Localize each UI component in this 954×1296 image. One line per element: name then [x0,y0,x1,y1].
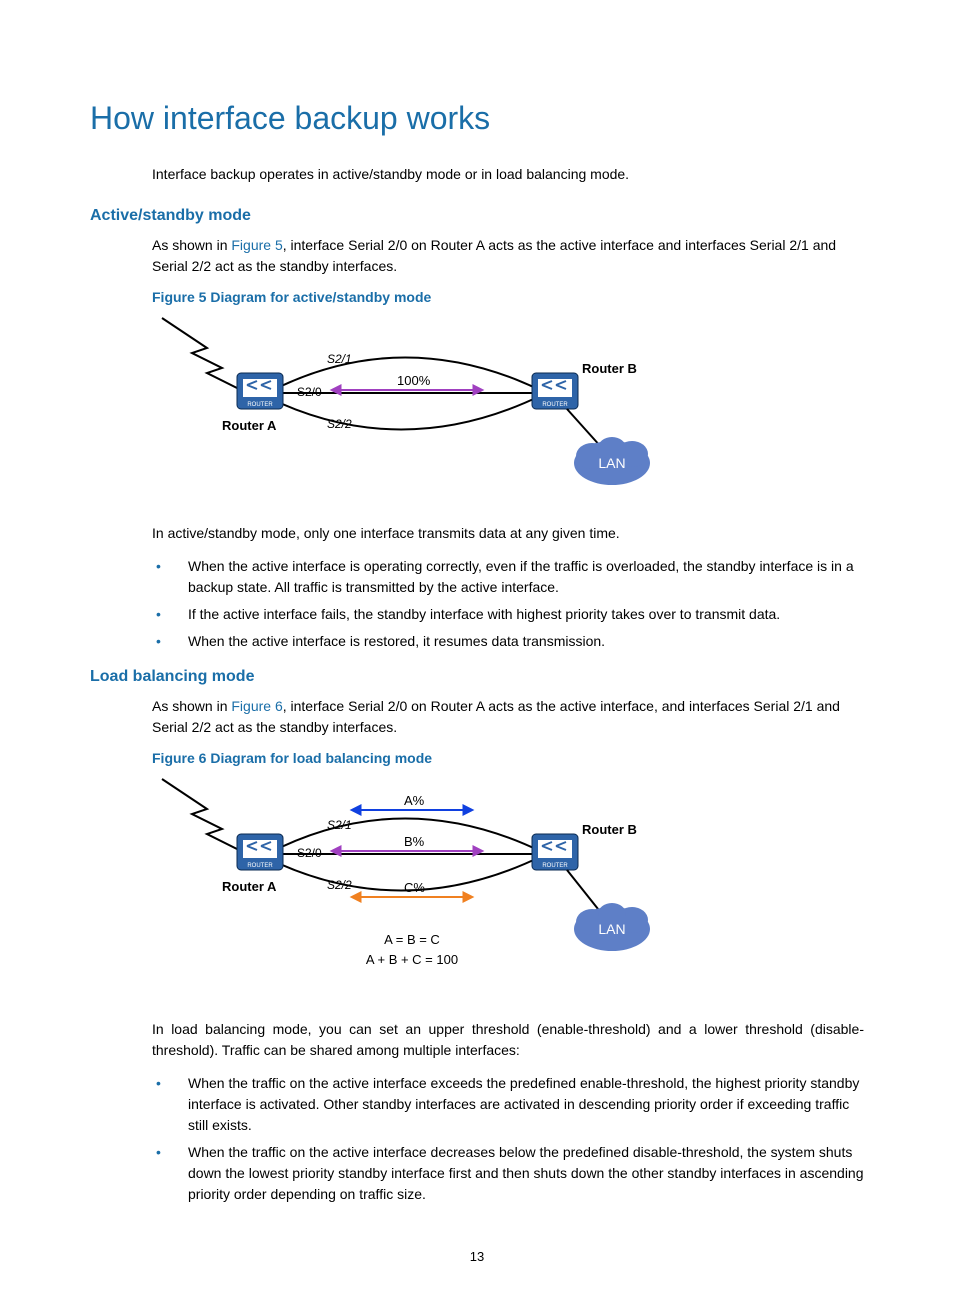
active-bullets: When the active interface is operating c… [152,556,864,652]
load-bullets: When the traffic on the active interface… [152,1073,864,1205]
active-para1: As shown in Figure 5, interface Serial 2… [152,235,864,277]
svg-text:ROUTER: ROUTER [247,402,273,408]
load-para2: In load balancing mode, you can set an u… [152,1019,864,1061]
active-para2: In active/standby mode, only one interfa… [152,523,864,544]
page-title: How interface backup works [90,100,864,137]
label-s21: S2/1 [327,818,352,832]
lan-label: LAN [598,455,625,471]
figure-6-link[interactable]: Figure 6 [231,698,282,714]
load-para1: As shown in Figure 6, interface Serial 2… [152,696,864,738]
label-s20: S2/0 [297,846,322,860]
svg-text:ROUTER: ROUTER [247,863,273,869]
figure-6-caption: Figure 6 Diagram for load balancing mode [152,750,864,766]
figure-5-diagram: ROUTER ROUTER LAN S2/1 S2/0 S2/2 100% Ro… [152,313,864,493]
figure-5-link[interactable]: Figure 5 [231,237,282,253]
label-a-pct: A% [404,793,425,808]
label-eq1: A = B = C [384,932,440,947]
label-router-a: Router A [222,879,277,894]
text: As shown in [152,698,231,714]
list-item: If the active interface fails, the stand… [152,604,864,625]
page-number: 13 [0,1249,954,1264]
heading-active-standby: Active/standby mode [90,207,864,225]
lan-label: LAN [598,921,625,937]
list-item: When the traffic on the active interface… [152,1073,864,1136]
label-s21: S2/1 [327,352,352,366]
svg-text:ROUTER: ROUTER [542,863,568,869]
heading-load-balancing: Load balancing mode [90,668,864,686]
label-router-b: Router B [582,361,637,376]
text: As shown in [152,237,231,253]
label-100pct: 100% [397,373,431,388]
label-s22: S2/2 [327,417,352,431]
svg-text:ROUTER: ROUTER [542,402,568,408]
intro-text: Interface backup operates in active/stan… [152,165,864,185]
label-s20: S2/0 [297,385,322,399]
figure-6-diagram: ROUTER ROUTER LAN S2/1 S2/0 S2/2 A% B% C… [152,774,864,989]
label-eq2: A + B + C = 100 [366,952,458,967]
label-s22: S2/2 [327,878,352,892]
list-item: When the active interface is operating c… [152,556,864,598]
figure-5-caption: Figure 5 Diagram for active/standby mode [152,289,864,305]
label-c-pct: C% [404,880,425,895]
label-b-pct: B% [404,834,425,849]
label-router-a: Router A [222,418,277,433]
label-router-b: Router B [582,822,637,837]
list-item: When the traffic on the active interface… [152,1142,864,1205]
list-item: When the active interface is restored, i… [152,631,864,652]
